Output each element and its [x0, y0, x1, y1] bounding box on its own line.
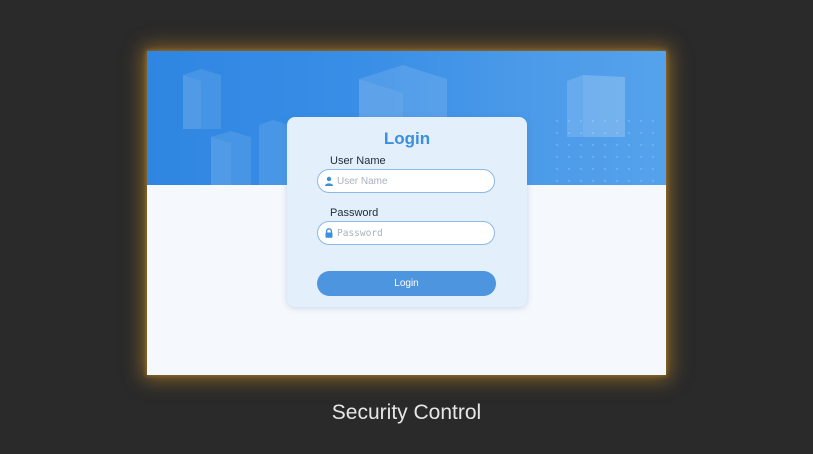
banner-dot — [628, 168, 630, 170]
banner-dot — [616, 132, 618, 134]
banner-dot — [580, 168, 582, 170]
banner-dot — [568, 144, 570, 146]
banner-dot — [592, 180, 594, 182]
login-card: Login User Name Password Login — [287, 117, 527, 307]
banner-dot — [652, 144, 654, 146]
username-label: User Name — [330, 155, 386, 167]
banner-dot — [592, 144, 594, 146]
banner-dot — [568, 156, 570, 158]
banner-dot — [616, 120, 618, 122]
banner-dot — [556, 156, 558, 158]
banner-dot — [592, 156, 594, 158]
banner-dot — [592, 168, 594, 170]
banner-dot — [580, 156, 582, 158]
banner-dot — [640, 180, 642, 182]
banner-dot — [628, 132, 630, 134]
banner-dot — [652, 156, 654, 158]
banner-dot — [556, 144, 558, 146]
stage: Login User Name Password Login Security … — [0, 0, 813, 454]
banner-dot — [568, 180, 570, 182]
user-icon — [325, 176, 333, 186]
login-title: Login — [383, 129, 431, 148]
banner-dot — [652, 180, 654, 182]
banner-dot — [652, 168, 654, 170]
banner-dot — [628, 180, 630, 182]
lock-icon — [325, 228, 333, 238]
login-button[interactable]: Login — [317, 271, 496, 296]
banner-dot — [580, 144, 582, 146]
banner-dot — [640, 132, 642, 134]
banner-dot — [568, 132, 570, 134]
banner-dot — [640, 168, 642, 170]
banner-dot — [652, 120, 654, 122]
banner-dot — [640, 120, 642, 122]
banner-dot — [604, 132, 606, 134]
banner-dot — [616, 156, 618, 158]
banner-dot — [556, 132, 558, 134]
banner-dot — [580, 120, 582, 122]
banner-dot — [556, 120, 558, 122]
banner-dot — [604, 168, 606, 170]
banner-dot — [640, 156, 642, 158]
banner-dot — [628, 156, 630, 158]
banner-dot — [616, 168, 618, 170]
banner-dot — [592, 132, 594, 134]
login-window: Login User Name Password Login — [147, 51, 666, 375]
banner-dot — [604, 144, 606, 146]
banner-dot — [628, 120, 630, 122]
banner-dot — [604, 120, 606, 122]
password-field[interactable] — [317, 221, 495, 245]
username-field[interactable] — [317, 169, 495, 193]
banner-dot — [556, 180, 558, 182]
banner-dot — [580, 132, 582, 134]
banner-dot — [616, 144, 618, 146]
banner-dot — [604, 156, 606, 158]
banner-dot — [568, 168, 570, 170]
password-input[interactable] — [337, 224, 487, 242]
username-input[interactable] — [337, 172, 487, 190]
banner-dot — [568, 120, 570, 122]
banner-dot — [616, 180, 618, 182]
caption: Security Control — [331, 401, 482, 424]
banner-dot — [592, 120, 594, 122]
banner-dot — [556, 168, 558, 170]
banner-dot — [604, 180, 606, 182]
banner-dot — [628, 144, 630, 146]
banner-dot — [640, 144, 642, 146]
banner-dot — [580, 180, 582, 182]
password-label: Password — [330, 207, 379, 219]
banner-dot — [652, 132, 654, 134]
